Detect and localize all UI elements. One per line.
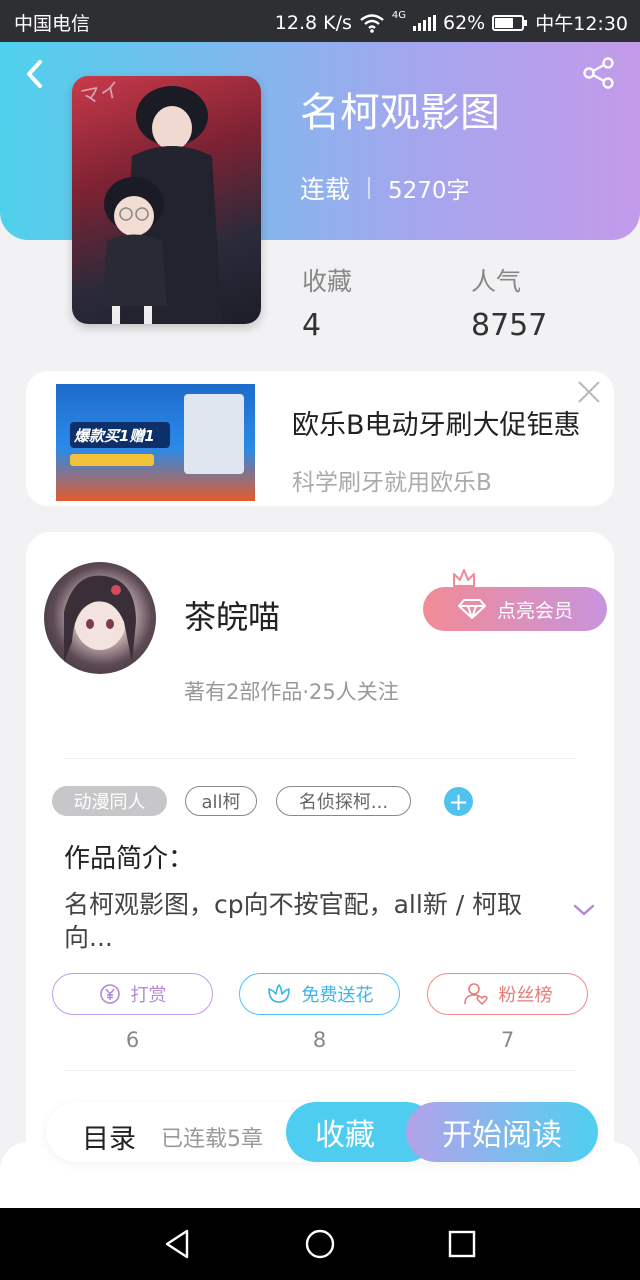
signal-icon — [413, 14, 436, 31]
popularity-value: 8757 — [471, 308, 548, 343]
nav-recents-icon[interactable] — [444, 1226, 480, 1262]
ad-image-text: 爆款买1赠1 — [74, 427, 155, 445]
favorites-value: 4 — [302, 308, 322, 343]
tag-anime-fanfic[interactable]: 动漫同人 — [52, 786, 167, 816]
send-flower-count: 8 — [312, 1028, 327, 1052]
ad-subtitle: 科学刷牙就用欧乐B — [292, 470, 492, 496]
book-meta: 连载 5270字 — [300, 170, 470, 206]
status-bar: 中国电信 12.8 K/s 4G 62% 中午12:30 — [0, 0, 640, 42]
serial-status: 连载 — [300, 175, 351, 204]
favorites-label: 收藏 — [302, 267, 353, 296]
author-info: 著有2部作品·25人关注 — [184, 680, 399, 704]
ad-image: 爆款买1赠1 — [56, 384, 255, 501]
send-flower-button[interactable]: 免费送花 — [239, 973, 400, 1015]
collect-label: 收藏 — [315, 1118, 375, 1153]
avatar-illustration — [64, 575, 136, 662]
chapter-count: 已连载5章 — [161, 1127, 263, 1152]
fan-ranking-button[interactable]: 粉丝榜 — [427, 973, 588, 1015]
clock: 中午12:30 — [535, 13, 628, 35]
fan-user-icon — [463, 983, 488, 1006]
book-title: 名柯观影图 — [300, 90, 500, 136]
tag-all-ke[interactable]: all柯 — [185, 786, 257, 816]
intro-text: 名柯观影图，cp向不按官配，all新 / 柯取向... — [64, 890, 523, 952]
author-name[interactable]: 茶皖喵 — [184, 592, 280, 638]
ad-card[interactable]: 爆款买1赠1 欧乐B电动牙刷大促钜惠 科学刷牙就用欧乐B — [26, 371, 614, 506]
intro-title: 作品简介： — [64, 844, 195, 874]
carrier-label: 中国电信 — [14, 13, 91, 35]
fan-ranking-label: 粉丝榜 — [498, 985, 553, 1006]
book-cover[interactable]: マイ — [72, 76, 261, 324]
nav-back-icon[interactable] — [160, 1226, 196, 1262]
flower-icon — [267, 984, 290, 1003]
system-nav-bar — [0, 1208, 640, 1280]
vip-label: 点亮会员 — [496, 599, 573, 622]
plus-icon: + — [448, 787, 469, 816]
card-divider-bottom — [64, 1070, 576, 1071]
send-flower-label: 免费送花 — [301, 985, 374, 1006]
reward-count: 6 — [125, 1028, 140, 1052]
back-icon[interactable] — [20, 58, 52, 90]
toc-button[interactable]: 目录 — [82, 1117, 136, 1156]
tag-detective-conan[interactable]: 名侦探柯... — [276, 786, 411, 816]
cover-illustration: マイ — [78, 77, 222, 324]
meta-divider — [368, 177, 371, 199]
card-divider — [64, 758, 576, 759]
vip-button[interactable]: 点亮会员 — [423, 587, 607, 631]
wifi-icon — [360, 13, 384, 33]
yuan-icon — [99, 984, 120, 1004]
start-reading-button[interactable]: 开始阅读 — [406, 1102, 598, 1162]
ad-title: 欧乐B电动牙刷大促钜惠 — [292, 410, 581, 441]
battery-percent: 62% — [443, 11, 486, 34]
share-icon[interactable] — [582, 56, 616, 90]
add-tag-button[interactable]: + — [444, 787, 473, 816]
author-avatar[interactable] — [44, 562, 156, 674]
chevron-down-icon[interactable] — [572, 902, 596, 918]
battery-icon — [492, 14, 528, 31]
nav-home-icon[interactable] — [302, 1226, 338, 1262]
close-icon[interactable] — [576, 379, 602, 405]
start-reading-label: 开始阅读 — [442, 1118, 562, 1153]
svg-text:マイ: マイ — [78, 77, 122, 109]
reward-label: 打赏 — [130, 985, 167, 1006]
popularity-label: 人气 — [471, 267, 522, 296]
network-speed: 12.8 K/s — [274, 11, 352, 34]
diamond-icon — [457, 599, 486, 619]
fan-ranking-count: 7 — [500, 1028, 515, 1052]
word-count: 5270字 — [388, 178, 470, 204]
reward-button[interactable]: 打赏 — [52, 973, 213, 1015]
network-type: 4G — [391, 10, 406, 21]
